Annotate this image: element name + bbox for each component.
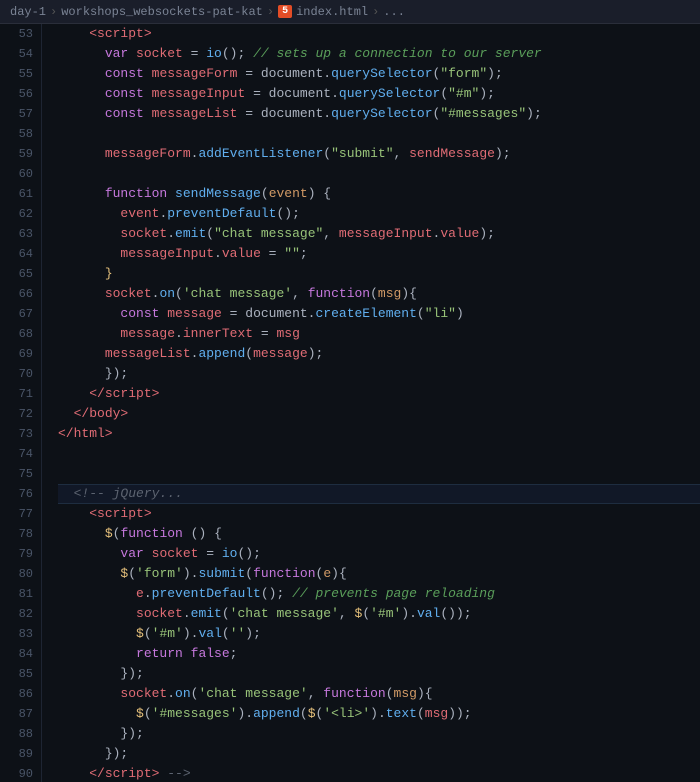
code-line-68: message.innerText = msg	[58, 324, 700, 344]
code-line-84: return false;	[58, 644, 700, 664]
code-line-65: }	[58, 264, 700, 284]
code-line-78: $(function () {	[58, 524, 700, 544]
breadcrumb-part: workshops_websockets-pat-kat	[61, 5, 263, 19]
code-line-86: socket.on('chat message', function(msg){	[58, 684, 700, 704]
code-area: <script> var socket = io(); // sets up a…	[42, 24, 700, 782]
sep: ›	[267, 5, 274, 19]
code-line-67: const message = document.createElement("…	[58, 304, 700, 324]
html-badge: 5	[278, 5, 292, 18]
code-line-74	[58, 444, 700, 464]
breadcrumb-part: day-1	[10, 5, 46, 19]
code-line-81: e.preventDefault(); // prevents page rel…	[58, 584, 700, 604]
code-line-70: });	[58, 364, 700, 384]
code-line-58	[58, 124, 700, 144]
code-line-59: messageForm.addEventListener("submit", s…	[58, 144, 700, 164]
code-line-75	[58, 464, 700, 484]
code-line-56: const messageInput = document.querySelec…	[58, 84, 700, 104]
code-line-83: $('#m').val('');	[58, 624, 700, 644]
code-line-87: $('#messages').append($('<li>').text(msg…	[58, 704, 700, 724]
code-line-62: event.preventDefault();	[58, 204, 700, 224]
code-line-80: $('form').submit(function(e){	[58, 564, 700, 584]
breadcrumb-part: index.html	[296, 5, 368, 19]
code-line-63: socket.emit("chat message", messageInput…	[58, 224, 700, 244]
code-line-55: const messageForm = document.querySelect…	[58, 64, 700, 84]
code-line-72: </body>	[58, 404, 700, 424]
code-line-77: <script>	[58, 504, 700, 524]
code-container: 53 54 55 56 57 58 59 60 61 62 63 64 65 6…	[0, 24, 700, 782]
line-numbers: 53 54 55 56 57 58 59 60 61 62 63 64 65 6…	[0, 24, 42, 782]
code-line-60	[58, 164, 700, 184]
sep: ›	[50, 5, 57, 19]
code-line-66: socket.on('chat message', function(msg){	[58, 284, 700, 304]
code-line-53: <script>	[58, 24, 700, 44]
code-line-90: </script> -->	[58, 764, 700, 782]
breadcrumb-part: ...	[383, 5, 405, 19]
code-line-64: messageInput.value = "";	[58, 244, 700, 264]
breadcrumb-bar: day-1 › workshops_websockets-pat-kat › 5…	[0, 0, 700, 24]
code-line-57: const messageList = document.querySelect…	[58, 104, 700, 124]
code-line-69: messageList.append(message);	[58, 344, 700, 364]
code-line-88: });	[58, 724, 700, 744]
code-line-76: <!-- jQuery...	[58, 484, 700, 504]
code-line-54: var socket = io(); // sets up a connecti…	[58, 44, 700, 64]
code-line-71: </script>	[58, 384, 700, 404]
code-line-89: });	[58, 744, 700, 764]
sep: ›	[372, 5, 379, 19]
code-line-85: });	[58, 664, 700, 684]
code-line-82: socket.emit('chat message', $('#m').val(…	[58, 604, 700, 624]
code-line-79: var socket = io();	[58, 544, 700, 564]
code-line-61: function sendMessage(event) {	[58, 184, 700, 204]
code-line-73: </html>	[58, 424, 700, 444]
